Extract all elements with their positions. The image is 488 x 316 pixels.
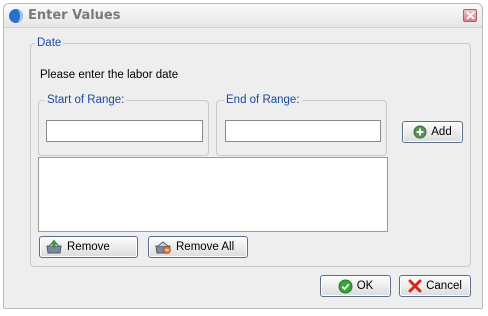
remove-icon	[46, 239, 62, 254]
remove-all-button-label: Remove All	[176, 241, 235, 253]
plus-circle-icon	[413, 125, 427, 139]
title-bar[interactable]: Enter Values	[4, 4, 482, 28]
start-of-range-legend: Start of Range:	[45, 93, 127, 107]
x-icon	[408, 279, 422, 293]
ok-button-label: OK	[356, 280, 374, 292]
remove-all-icon	[155, 241, 171, 254]
remove-button-label: Remove	[67, 241, 110, 253]
cancel-button[interactable]: Cancel	[399, 275, 471, 297]
remove-button[interactable]: Remove	[39, 236, 138, 258]
dialog-title: Enter Values	[28, 8, 121, 23]
app-logo-icon	[8, 8, 24, 24]
remove-all-button[interactable]: Remove All	[148, 236, 248, 258]
date-range-list[interactable]	[38, 157, 388, 232]
end-of-range-legend: End of Range:	[224, 93, 302, 107]
ok-button[interactable]: OK	[320, 275, 391, 297]
cancel-button-label: Cancel	[426, 280, 462, 292]
close-button[interactable]	[463, 9, 477, 22]
end-of-range-input[interactable]	[225, 120, 381, 142]
check-circle-icon	[338, 279, 353, 293]
start-of-range-input[interactable]	[46, 120, 203, 142]
close-icon	[466, 11, 475, 20]
date-prompt: Please enter the labor date	[40, 69, 179, 81]
add-button[interactable]: Add	[402, 121, 463, 143]
date-group-legend: Date	[35, 36, 64, 50]
add-button-label: Add	[431, 126, 452, 138]
